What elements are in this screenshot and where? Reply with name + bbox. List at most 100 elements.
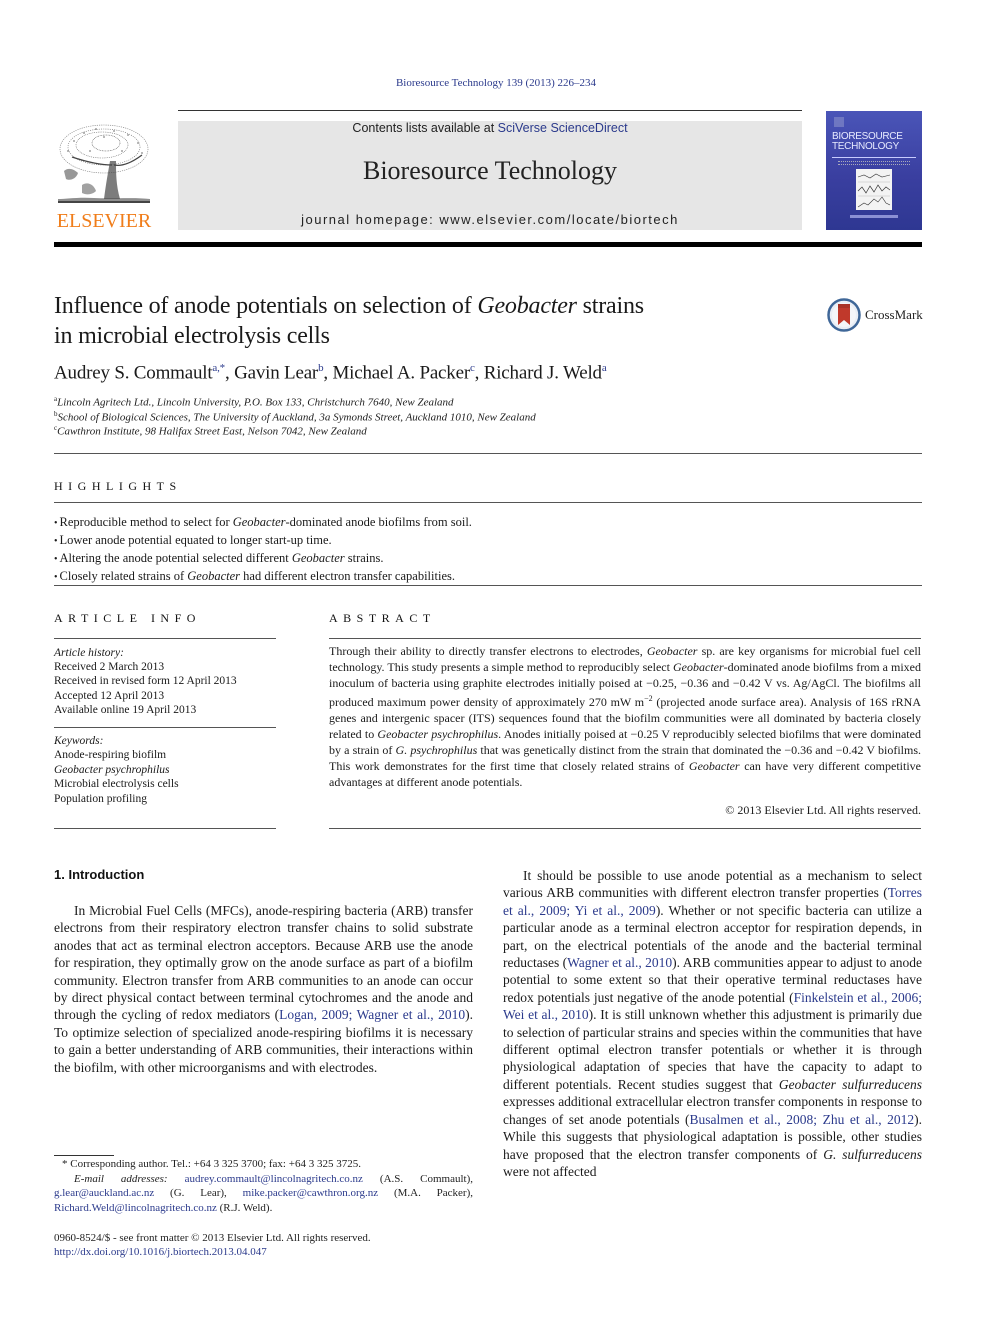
italic-term: Geobacter bbox=[646, 644, 698, 658]
history-label: Article history: bbox=[54, 647, 124, 659]
cover-chart-icon bbox=[857, 173, 891, 208]
divider bbox=[329, 828, 921, 829]
sciencedirect-link[interactable]: SciVerse ScienceDirect bbox=[498, 121, 628, 135]
title-text: Influence of anode potentials on selecti… bbox=[54, 293, 478, 319]
elsevier-tree-icon bbox=[58, 124, 150, 203]
email-owner: (G. Lear), bbox=[154, 1187, 243, 1199]
email-link[interactable]: mike.packer@cawthron.org.nz bbox=[243, 1187, 378, 1199]
cover-divider bbox=[832, 157, 916, 158]
crossmark-label: CrossMark bbox=[865, 307, 923, 322]
divider bbox=[329, 638, 921, 639]
affiliation-text: Cawthron Institute, 98 Halifax Street Ea… bbox=[57, 425, 367, 438]
highlight-text: Closely related strains of bbox=[59, 569, 188, 583]
doi-link[interactable]: http://dx.doi.org/10.1016/j.biortech.201… bbox=[54, 1245, 473, 1259]
author-name[interactable]: Gavin Lear bbox=[234, 362, 318, 383]
italic-term: Geobacter bbox=[673, 660, 724, 674]
journal-cover-thumbnail[interactable]: BIORESOURCE TECHNOLOGY bbox=[826, 111, 922, 230]
italic-term: G. sulfurreducens bbox=[823, 1146, 922, 1162]
highlight-item: Altering the anode potential selected di… bbox=[54, 550, 914, 568]
article-info-heading: ARTICLE INFO bbox=[54, 611, 201, 625]
author-list: Audrey S. Commaulta,*, Gavin Learb, Mich… bbox=[54, 362, 607, 384]
highlight-italic: Geobacter bbox=[187, 569, 241, 583]
elsevier-wordmark: ELSEVIER bbox=[56, 210, 152, 232]
article-info: Article history: Received 2 March 2013 R… bbox=[54, 646, 276, 717]
section-heading-introduction: 1. Introduction bbox=[54, 867, 145, 882]
keyword-item[interactable]: Geobacter psychrophilus bbox=[54, 763, 276, 777]
crossmark-badge[interactable]: CrossMark bbox=[827, 298, 923, 332]
footnote-rule bbox=[54, 1155, 114, 1156]
author-name[interactable]: Michael A. Packer bbox=[332, 362, 470, 383]
abstract-heading: ABSTRACT bbox=[329, 611, 436, 625]
italic-term: G. psychrophilus bbox=[395, 743, 478, 757]
highlight-text: had different electron transfer capabili… bbox=[240, 569, 455, 583]
masthead-top-rule bbox=[178, 110, 802, 111]
email-owner: (R.J. Weld). bbox=[216, 1201, 273, 1214]
highlight-text: -dominated anode biofilms from soil. bbox=[285, 515, 472, 529]
footnotes: * Corresponding author. Tel.: +64 3 325 … bbox=[54, 1157, 473, 1215]
email-addresses: E-mail addresses: audrey.commault@lincol… bbox=[54, 1172, 473, 1216]
divider bbox=[54, 727, 276, 728]
keyword-item[interactable]: Anode-respiring biofilm bbox=[54, 748, 276, 762]
highlights-list: Reproducible method to select for Geobac… bbox=[54, 514, 914, 586]
front-matter: 0960-8524/$ - see front matter © 2013 El… bbox=[54, 1231, 473, 1259]
email-label: E-mail addresses: bbox=[74, 1172, 185, 1185]
history-revised: Received in revised form 12 April 2013 bbox=[54, 675, 237, 688]
body-column-right: It should be possible to use anode poten… bbox=[503, 867, 922, 1180]
affiliation-text: Lincoln Agritech Ltd., Lincoln Universit… bbox=[57, 396, 454, 409]
highlights-heading: HIGHLIGHTS bbox=[54, 479, 182, 493]
cover-title-line2: TECHNOLOGY bbox=[832, 141, 900, 152]
history-online: Available online 19 April 2013 bbox=[54, 703, 197, 716]
cover-figure bbox=[856, 169, 892, 210]
history-received: Received 2 March 2013 bbox=[54, 661, 165, 674]
divider bbox=[54, 502, 922, 503]
highlight-text: Lower anode potential equated to longer … bbox=[59, 533, 332, 547]
journal-homepage[interactable]: journal homepage: www.elsevier.com/locat… bbox=[178, 212, 802, 227]
highlight-italic: Geobacter bbox=[232, 515, 286, 529]
keywords-list: Anode-respiring biofilm Geobacter psychro… bbox=[54, 748, 276, 806]
article-title: Influence of anode potentials on selecti… bbox=[54, 291, 754, 351]
cover-title: BIORESOURCE TECHNOLOGY bbox=[832, 132, 903, 152]
affiliation-text: School of Biological Sciences, The Unive… bbox=[57, 411, 536, 424]
email-link[interactable]: g.lear@auckland.ac.nz bbox=[54, 1187, 154, 1199]
masthead-thick-rule bbox=[54, 242, 922, 247]
cover-footer-text bbox=[850, 215, 898, 218]
divider bbox=[54, 585, 922, 586]
journal-title: Bioresource Technology bbox=[362, 156, 618, 185]
affiliation-a: aLincoln Agritech Ltd., Lincoln Universi… bbox=[54, 395, 454, 409]
affiliation-b: bSchool of Biological Sciences, The Univ… bbox=[54, 410, 536, 424]
divider bbox=[54, 453, 922, 454]
highlight-item: Lower anode potential equated to longer … bbox=[54, 532, 914, 550]
body-column-left: In Microbial Fuel Cells (MFCs), anode-re… bbox=[54, 902, 473, 1076]
contents-prefix: Contents lists available at bbox=[352, 121, 498, 135]
highlight-text: Altering the anode potential selected di… bbox=[59, 551, 292, 565]
email-owner: (M.A. Packer), bbox=[378, 1187, 474, 1199]
title-text-end: strains bbox=[576, 293, 644, 319]
elsevier-logo[interactable]: ELSEVIER bbox=[54, 121, 154, 233]
citation-link[interactable]: Busalmen et al., 2008; Zhu et al., 2012 bbox=[690, 1112, 915, 1127]
divider bbox=[54, 828, 276, 829]
keyword-item[interactable]: Population profiling bbox=[54, 792, 276, 806]
author-separator: , bbox=[224, 362, 235, 384]
journal-citation-link[interactable]: Bioresource Technology 139 (2013) 226–23… bbox=[396, 77, 596, 89]
text-run: It should be possible to use anode poten… bbox=[503, 868, 922, 901]
italic-term: Geobacter bbox=[688, 759, 740, 773]
author-affiliation-marker[interactable]: a,* bbox=[212, 362, 225, 374]
email-link[interactable]: Richard.Weld@lincolnagritech.co.nz bbox=[54, 1202, 217, 1214]
citation-link[interactable]: Logan, 2009; Wagner et al., 2010 bbox=[279, 1007, 465, 1022]
title-italic: Geobacter bbox=[477, 293, 577, 319]
contents-line: Contents lists available at SciVerse Sci… bbox=[178, 121, 802, 135]
text-run: In Microbial Fuel Cells (MFCs), anode-re… bbox=[54, 903, 473, 1023]
author-name[interactable]: Audrey S. Commault bbox=[54, 362, 213, 383]
italic-term: Geobacter psychrophilus bbox=[377, 727, 499, 741]
cover-editor-lines bbox=[838, 161, 910, 165]
divider bbox=[54, 638, 276, 639]
email-link[interactable]: audrey.commault@lincolnagritech.co.nz bbox=[185, 1173, 363, 1185]
author-name[interactable]: Richard J. Weld bbox=[484, 362, 602, 383]
italic-term: Geobacter sulfurreducens bbox=[778, 1076, 922, 1092]
keyword-item[interactable]: Microbial electrolysis cells bbox=[54, 777, 276, 791]
abstract-copyright: © 2013 Elsevier Ltd. All rights reserved… bbox=[725, 803, 921, 817]
citation-link[interactable]: Wagner et al., 2010 bbox=[567, 955, 672, 970]
superscript: −2 bbox=[644, 694, 653, 703]
author-affiliation-marker[interactable]: a bbox=[602, 362, 607, 374]
running-header[interactable]: Bioresource Technology 139 (2013) 226–23… bbox=[0, 77, 992, 89]
